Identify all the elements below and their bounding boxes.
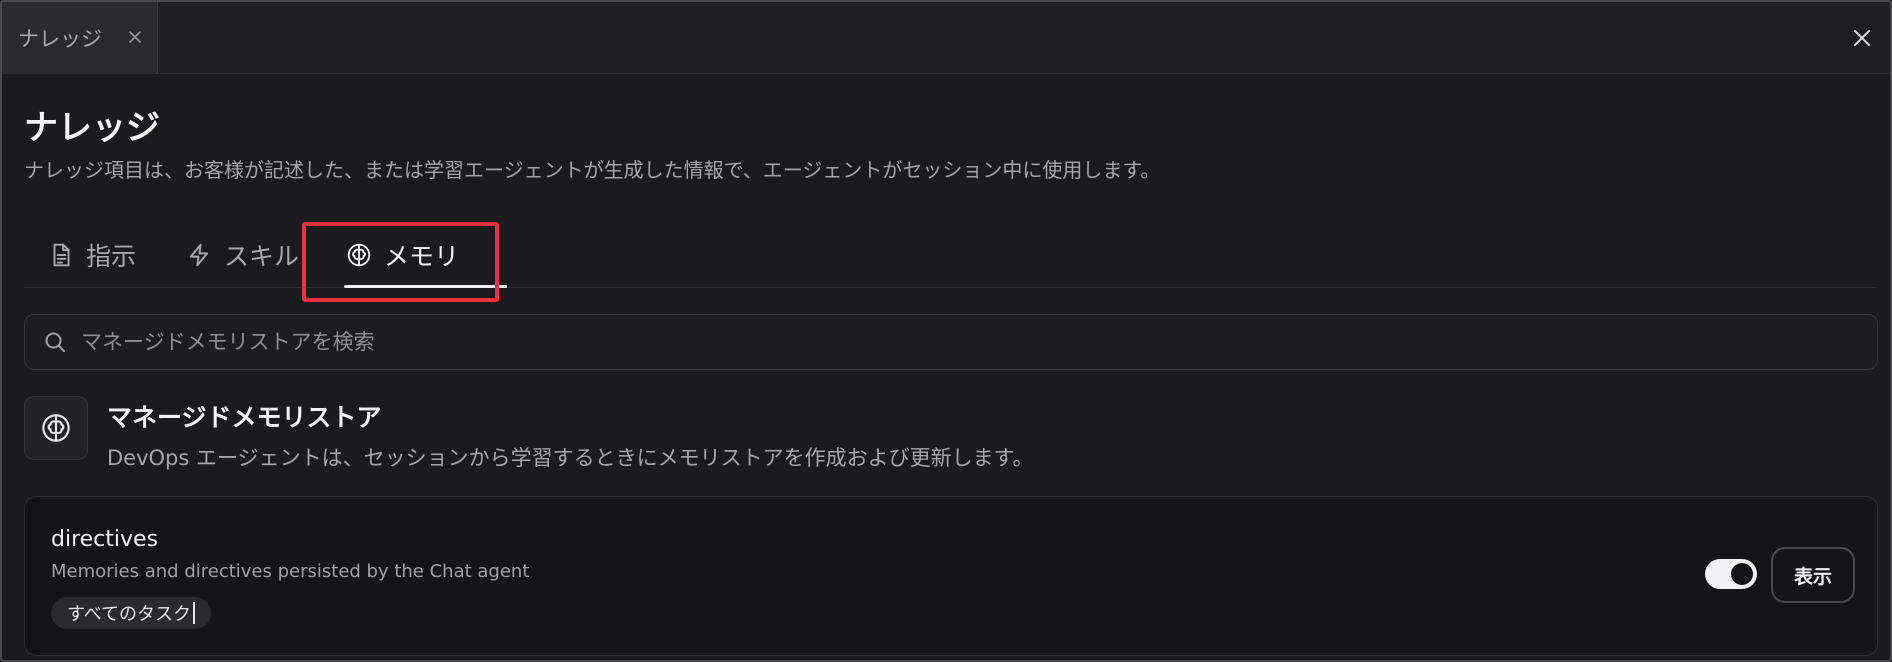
knowledge-tabs: 指示 スキル メモリ: [24, 222, 1876, 288]
section-icon-box: [24, 396, 88, 460]
toggle-knob: [1731, 563, 1753, 585]
memory-store-name: directives: [51, 527, 159, 552]
tab-strip: ナレッジ: [2, 2, 1890, 74]
tab-label: スキル: [224, 242, 300, 271]
section-description: DevOps エージェントは、セッションから学習するときにメモリストアを作成およ…: [107, 446, 1034, 470]
document-tab-label: ナレッジ: [18, 27, 102, 51]
text-caret: [193, 602, 196, 624]
page-title: ナレッジ: [24, 108, 160, 148]
document-tab-knowledge[interactable]: ナレッジ: [2, 2, 158, 74]
close-icon[interactable]: [1850, 26, 1874, 50]
view-button[interactable]: 表示: [1771, 547, 1855, 603]
scope-badge: すべてのタスク: [51, 597, 212, 629]
page-description: ナレッジ項目は、お客様が記述した、または学習エージェントが生成した情報で、エージ…: [24, 158, 1161, 182]
tab-label: メモリ: [384, 242, 460, 271]
tab-instructions[interactable]: 指示: [48, 222, 136, 288]
scope-label: すべてのタスク: [67, 604, 192, 625]
lightning-icon: [189, 243, 209, 267]
active-tab-indicator: [344, 285, 507, 288]
tab-memory[interactable]: メモリ: [346, 222, 459, 288]
document-icon: [53, 243, 70, 267]
close-icon[interactable]: [126, 28, 144, 46]
knowledge-window: ナレッジ ナレッジ ナレッジ項目は、お客様が記述した、または学習エージェントが生…: [0, 0, 1892, 662]
tab-label: 指示: [86, 242, 137, 271]
search-icon: [45, 332, 65, 352]
memory-store-card: directives Memories and directives persi…: [24, 496, 1878, 656]
search-input[interactable]: [81, 330, 1877, 354]
tab-skills[interactable]: スキル: [186, 222, 299, 288]
memory-store-description: Memories and directives persisted by the…: [51, 561, 530, 582]
memory-store-toggle[interactable]: [1705, 559, 1757, 589]
brain-icon: [42, 414, 70, 442]
search-bar: [24, 314, 1878, 370]
section-title: マネージドメモリストア: [107, 403, 382, 432]
brain-icon: [347, 243, 371, 267]
